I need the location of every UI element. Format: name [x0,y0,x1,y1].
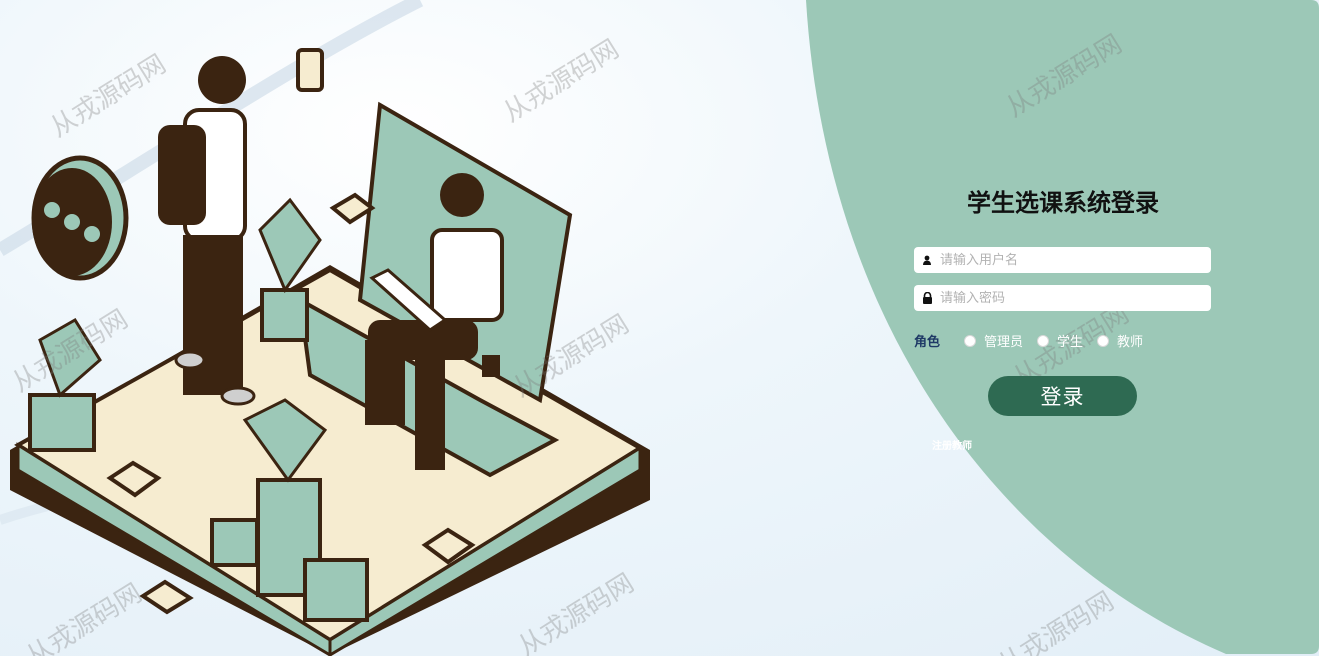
login-page: 从戎源码网 从戎源码网 从戎源码网 从戎源码网 从戎源码网 从戎源码网 从戎源码… [0,0,1319,656]
login-panel-background [806,0,1319,656]
role-option-admin[interactable]: 管理员 [964,331,1023,350]
role-option-label: 管理员 [984,335,1024,350]
role-option-teacher[interactable]: 教师 [1097,331,1143,350]
password-input[interactable] [940,286,1211,310]
user-icon [914,255,940,265]
login-title: 学生选课系统登录 [967,189,1159,217]
role-label: 角色 [914,335,941,350]
role-option-label: 教师 [1117,335,1144,350]
password-field [914,285,1211,311]
radio-button[interactable] [1037,334,1050,347]
role-option-label: 学生 [1057,335,1084,350]
lock-icon [914,292,940,304]
username-input[interactable] [940,248,1211,272]
login-button[interactable]: 登录 [988,376,1137,416]
radio-button[interactable] [1097,334,1110,347]
role-selector: 角色 管理员 学生 教师 [914,331,1157,350]
workspace-illustration [0,0,650,656]
register-teacher-link[interactable]: 注册教师 [932,437,972,452]
role-option-student[interactable]: 学生 [1037,331,1083,350]
radio-button[interactable] [964,334,977,347]
username-field [914,247,1211,273]
